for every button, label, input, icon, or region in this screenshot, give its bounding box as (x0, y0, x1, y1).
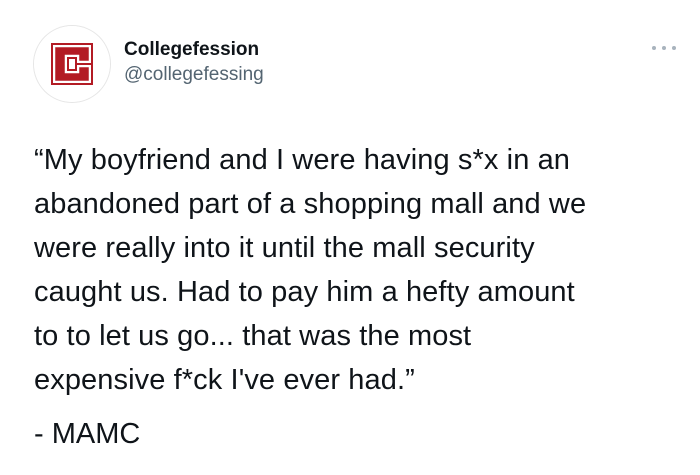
avatar[interactable] (34, 26, 110, 102)
more-options-icon[interactable] (652, 42, 676, 54)
display-name[interactable]: Collegefession (124, 38, 264, 62)
tweet-text: “My boyfriend and I were having s*x in a… (34, 144, 587, 396)
dot (652, 46, 656, 50)
college-c-logo-icon (34, 26, 110, 102)
dot (662, 46, 666, 50)
tweet-card: Collegefession @collegefessing “My boyfr… (0, 0, 700, 475)
user-handle[interactable]: @collegefessing (124, 62, 264, 88)
user-info: Collegefession @collegefessing (124, 38, 264, 88)
dot (672, 46, 676, 50)
tweet-signature: - MAMC (34, 418, 141, 450)
